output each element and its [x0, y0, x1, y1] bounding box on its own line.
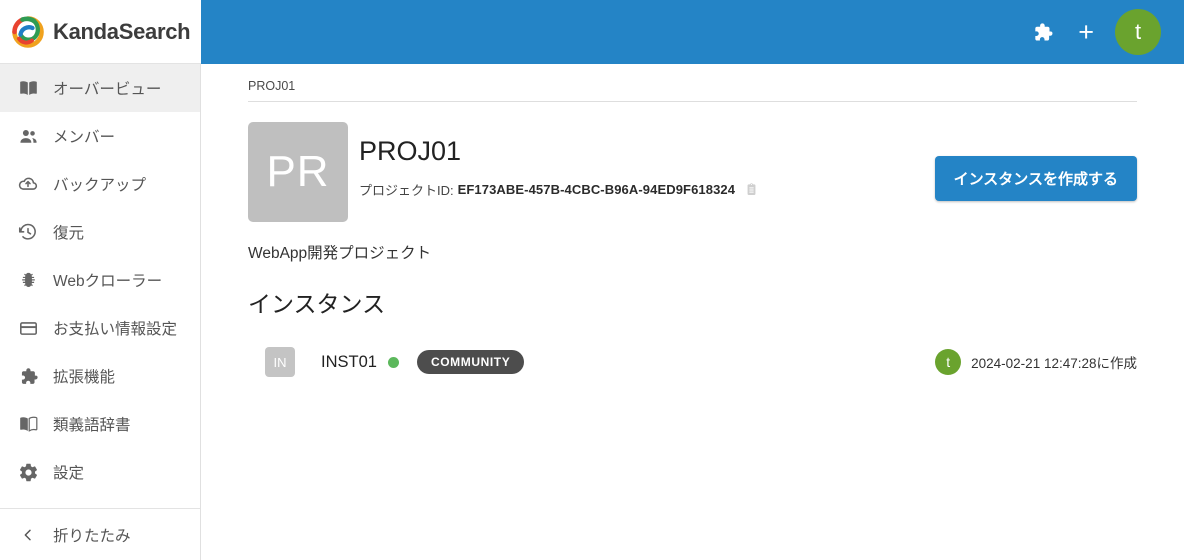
project-header: PR PROJ01 プロジェクトID: EF173ABE-457B-4CBC-B…: [248, 122, 1137, 222]
main-content: PROJ01 PR PROJ01 プロジェクトID: EF173ABE-457B…: [201, 64, 1184, 560]
cloud-upload-icon: [16, 172, 40, 196]
sidebar-nav-list: オーバービュー メンバー バックアップ 復元 Webクローラー お支払い情報設定…: [0, 64, 200, 508]
sidebar-item-label: 類義語辞書: [53, 417, 131, 434]
status-indicator-dot: [387, 356, 399, 368]
sidebar: オーバービュー メンバー バックアップ 復元 Webクローラー お支払い情報設定…: [0, 64, 201, 560]
sidebar-item-label: 設定: [53, 465, 85, 482]
instance-owner-avatar: t: [935, 349, 962, 375]
bug-icon: [16, 268, 40, 292]
book-open-icon: [16, 76, 40, 100]
sidebar-item-billing[interactable]: お支払い情報設定: [0, 304, 200, 352]
project-avatar: PR: [248, 122, 348, 222]
sidebar-item-label: バックアップ: [53, 177, 147, 194]
add-icon[interactable]: +: [1078, 18, 1094, 46]
sidebar-item-overview[interactable]: オーバービュー: [0, 64, 200, 112]
sidebar-item-label: 復元: [53, 225, 85, 242]
instance-row[interactable]: IN INST01 COMMUNITY t 2024-02-21 12:47:2…: [248, 345, 1137, 379]
people-icon: [16, 124, 40, 148]
book-open-icon: [16, 412, 40, 436]
instance-meta: t 2024-02-21 12:47:28に作成: [935, 349, 1137, 375]
sidebar-collapse-label: 折りたたみ: [53, 527, 131, 545]
project-id-line: プロジェクトID: EF173ABE-457B-4CBC-B96A-94ED9F…: [359, 180, 760, 199]
sidebar-item-extensions[interactable]: 拡張機能: [0, 352, 200, 400]
project-meta: PROJ01 プロジェクトID: EF173ABE-457B-4CBC-B96A…: [359, 122, 760, 199]
sidebar-item-synonym-dictionary[interactable]: 類義語辞書: [0, 400, 200, 448]
puzzle-piece-icon: [16, 364, 40, 388]
page-title: PROJ01: [359, 136, 462, 166]
app-root: KandaSearch + t オーバービュー メンバー バックアップ 復元 W…: [0, 0, 1184, 560]
sidebar-item-restore[interactable]: 復元: [0, 208, 200, 256]
instances-heading: インスタンス: [248, 291, 386, 317]
top-bar-actions: + t: [201, 0, 1184, 64]
sidebar-collapse-button[interactable]: 折りたたみ: [0, 508, 200, 560]
brand-name: KandaSearch: [53, 18, 191, 44]
project-id-value: EF173ABE-457B-4CBC-B96A-94ED9F618324: [457, 181, 736, 197]
user-avatar[interactable]: t: [1115, 9, 1161, 55]
top-bar: KandaSearch + t: [0, 0, 1184, 64]
credit-card-icon: [16, 316, 40, 340]
brand-area[interactable]: KandaSearch: [0, 0, 201, 64]
puzzle-piece-icon[interactable]: [1021, 11, 1063, 53]
gear-icon: [16, 460, 40, 484]
instance-name-link[interactable]: INST01: [321, 353, 377, 372]
kandasearch-swirl-logo-icon: [10, 14, 46, 50]
chevron-left-icon: [16, 523, 40, 547]
sidebar-item-label: オーバービュー: [53, 81, 162, 98]
sidebar-item-label: 拡張機能: [53, 369, 116, 386]
project-id-label: プロジェクトID:: [359, 182, 454, 198]
sidebar-item-members[interactable]: メンバー: [0, 112, 200, 160]
history-restore-icon: [16, 220, 40, 244]
clipboard-copy-icon[interactable]: [744, 180, 760, 198]
sidebar-item-label: メンバー: [53, 129, 116, 146]
breadcrumb[interactable]: PROJ01: [248, 64, 1137, 101]
sidebar-item-backup[interactable]: バックアップ: [0, 160, 200, 208]
sidebar-item-settings[interactable]: 設定: [0, 448, 200, 496]
instance-avatar: IN: [265, 347, 295, 377]
project-description: WebApp開発プロジェクト: [248, 245, 432, 262]
create-instance-button[interactable]: インスタンスを作成する: [934, 156, 1137, 201]
instance-created-text: 2024-02-21 12:47:28に作成: [971, 356, 1137, 371]
plan-badge: COMMUNITY: [416, 350, 525, 374]
sidebar-item-label: Webクローラー: [53, 273, 163, 290]
header-divider: [248, 101, 1137, 102]
sidebar-item-webcrawler[interactable]: Webクローラー: [0, 256, 200, 304]
sidebar-item-label: お支払い情報設定: [53, 321, 178, 338]
